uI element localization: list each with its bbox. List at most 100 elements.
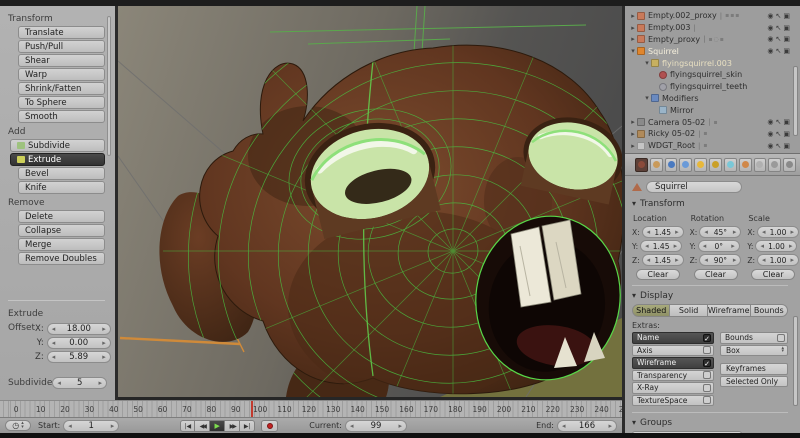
tab-constraints-icon[interactable] [694,157,708,172]
checkbox-icon[interactable] [703,371,711,380]
checkbox-icon[interactable] [703,396,711,405]
selectable-cursor-icon[interactable] [776,35,782,43]
toggle-wireframe[interactable]: Wireframe [632,357,714,369]
visibility-eye-icon[interactable] [767,35,773,43]
tab-world-icon[interactable] [664,157,678,172]
offset-z-stepper[interactable]: 5.89 [46,351,111,363]
timeline-ruler[interactable]: 0 10 20 30 40 50 60 70 80 90 100 110 120 130 14… [0,400,622,418]
jump-to-start-button[interactable] [180,419,196,432]
remove-doubles-button[interactable]: Remove Doubles [18,252,105,265]
draw-mode-solid-button[interactable]: Solid [670,304,708,317]
selected-only-toggle[interactable]: Selected Only [720,375,788,387]
extrude-button[interactable]: Extrude [10,153,105,166]
outliner-row-mesh-data[interactable]: flyingsquirrel.003 [629,57,790,69]
offset-y-stepper[interactable]: 0.00 [46,337,111,349]
bevel-button[interactable]: Bevel [18,167,105,180]
expand-icon[interactable] [629,12,637,20]
current-frame-stepper[interactable]: 99 [345,419,407,432]
scale-z-stepper[interactable]: 1.00 [757,254,800,266]
renderable-icon[interactable] [783,142,790,150]
location-z-stepper[interactable]: 1.45 [641,254,684,266]
outliner-row-material-teeth[interactable]: flyingsquirrel_teeth [629,81,790,93]
editor-type-button[interactable] [5,420,31,431]
to-sphere-button[interactable]: To Sphere [18,96,105,109]
outliner-row-material-skin[interactable]: flyingsquirrel_skin [629,69,790,81]
expand-icon[interactable] [629,142,637,150]
outliner-row-camera[interactable]: Camera 05-02 ▪ [629,116,790,128]
shrink-fatten-button[interactable]: Shrink/Fatten [18,82,105,95]
fast-forward-button[interactable] [225,419,241,432]
visibility-eye-icon[interactable] [767,47,773,55]
visibility-eye-icon[interactable] [767,12,773,20]
expand-icon[interactable] [643,59,651,67]
outliner-row-empty-002-proxy[interactable]: Empty.002_proxy ▪▪▪ [629,10,790,22]
visibility-eye-icon[interactable] [767,24,773,32]
selectable-cursor-icon[interactable] [776,47,782,55]
outliner-row-empty-proxy[interactable]: Empty_proxy ▪◌▪ [629,34,790,46]
record-button[interactable] [261,419,279,432]
selectable-cursor-icon[interactable] [776,130,782,138]
outliner-row-modifiers[interactable]: Modifiers [629,93,790,105]
checkbox-icon[interactable] [703,383,711,392]
rotation-z-stepper[interactable]: 90° [699,254,742,266]
tab-object-icon[interactable] [679,157,693,172]
delete-button[interactable]: Delete [18,210,105,223]
outliner-row-mirror-modifier[interactable]: Mirror [629,104,790,116]
offset-x-stepper[interactable]: 18.00 [46,323,111,335]
visibility-eye-icon[interactable] [767,142,773,150]
expand-icon[interactable] [629,118,637,126]
renderable-icon[interactable] [783,130,790,138]
subdivide-button[interactable]: Subdivide [10,139,105,152]
tool-shelf-scrollbar[interactable] [107,16,111,156]
toggle-texturespace[interactable]: TextureSpace [632,394,714,406]
toggle-axis[interactable]: Axis [632,344,714,356]
rotation-x-stepper[interactable]: 45° [699,226,742,238]
current-frame-marker[interactable] [251,401,253,417]
toggle-xray[interactable]: X-Ray [632,382,714,394]
renderable-icon[interactable] [783,35,790,43]
checkbox-icon[interactable] [703,346,711,355]
expand-icon[interactable] [629,35,637,43]
object-name-field[interactable]: Squirrel [646,181,742,193]
tab-particles-icon[interactable] [768,157,782,172]
shear-button[interactable]: Shear [18,54,105,67]
warp-button[interactable]: Warp [18,68,105,81]
outliner-row-wdgt-root[interactable]: WDGT_Root ▪ [629,140,790,152]
renderable-icon[interactable] [783,47,790,55]
outliner-row-empty-003[interactable]: Empty.003 [629,22,790,34]
scale-x-stepper[interactable]: 1.00 [757,226,800,238]
checkbox-icon[interactable] [777,333,785,342]
renderable-icon[interactable] [783,118,790,126]
location-x-stepper[interactable]: 1.45 [641,226,684,238]
clear-location-button[interactable]: Clear [635,269,680,280]
rotation-y-stepper[interactable]: 0° [697,240,740,252]
expand-icon[interactable] [643,94,651,102]
start-frame-stepper[interactable]: 1 [63,419,120,432]
expand-icon[interactable] [629,24,637,32]
selectable-cursor-icon[interactable] [776,142,782,150]
scale-y-stepper[interactable]: 1.00 [755,240,798,252]
selectable-cursor-icon[interactable] [776,24,782,32]
visibility-eye-icon[interactable] [767,118,773,126]
selectable-cursor-icon[interactable] [776,118,782,126]
jump-to-end-button[interactable] [240,419,256,432]
clear-rotation-button[interactable]: Clear [693,269,738,280]
push-pull-button[interactable]: Push/Pull [18,40,105,53]
transform-panel-header[interactable]: Transform [632,199,788,209]
expand-icon[interactable] [629,47,637,55]
outliner-scrollbar[interactable] [793,66,798,136]
tab-scene-icon[interactable] [649,157,663,172]
knife-button[interactable]: Knife [18,181,105,194]
toggle-name[interactable]: Name [632,332,714,344]
expand-icon[interactable] [629,130,637,138]
tab-data-icon[interactable] [723,157,737,172]
tab-modifiers-icon[interactable] [709,157,722,172]
groups-panel-header[interactable]: Groups [632,418,788,428]
play-button[interactable] [210,419,226,432]
display-panel-header[interactable]: Display [632,291,788,301]
subdivide-count-stepper[interactable]: 5 [52,376,107,389]
renderable-icon[interactable] [783,24,790,32]
tab-render-icon[interactable] [635,157,648,172]
play-reverse-button[interactable] [195,419,211,432]
collapse-button[interactable]: Collapse [18,224,105,237]
